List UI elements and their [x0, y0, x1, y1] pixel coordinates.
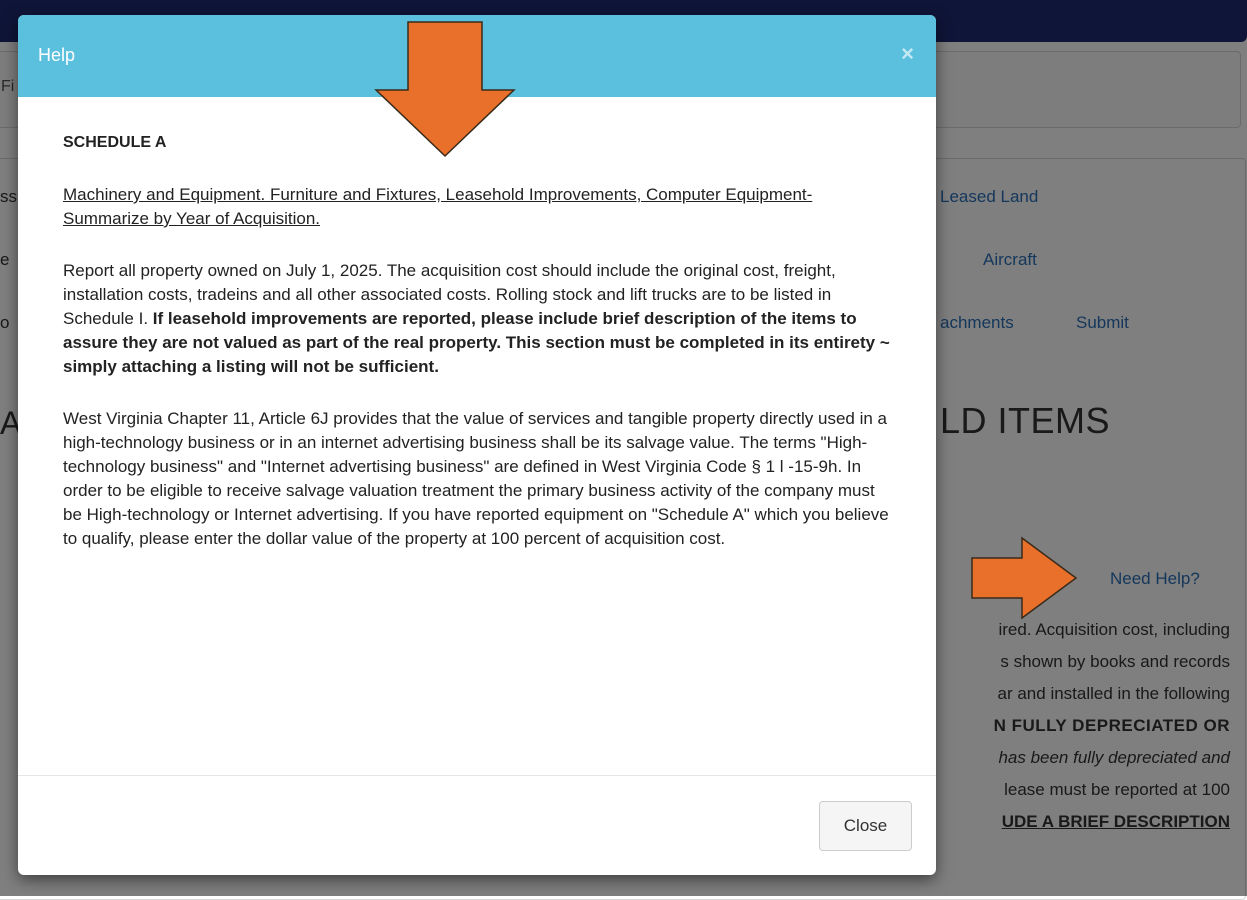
- schedule-subtitle: Machinery and Equipment. Furniture and F…: [63, 185, 813, 228]
- salvage-value-paragraph: West Virginia Chapter 11, Article 6J pro…: [63, 409, 889, 548]
- instructions-bold-text: If leasehold improvements are reported, …: [63, 309, 890, 376]
- right-arrow-icon: [971, 536, 1078, 620]
- modal-footer: Close: [18, 775, 936, 875]
- instructions-paragraph: Report all property owned on July 1, 202…: [63, 259, 893, 379]
- down-arrow-icon: [374, 21, 516, 158]
- modal-body: SCHEDULE A Machinery and Equipment. Furn…: [63, 131, 893, 579]
- modal-title: Help: [38, 45, 76, 65]
- close-icon[interactable]: ×: [901, 41, 914, 67]
- close-button[interactable]: Close: [819, 801, 912, 851]
